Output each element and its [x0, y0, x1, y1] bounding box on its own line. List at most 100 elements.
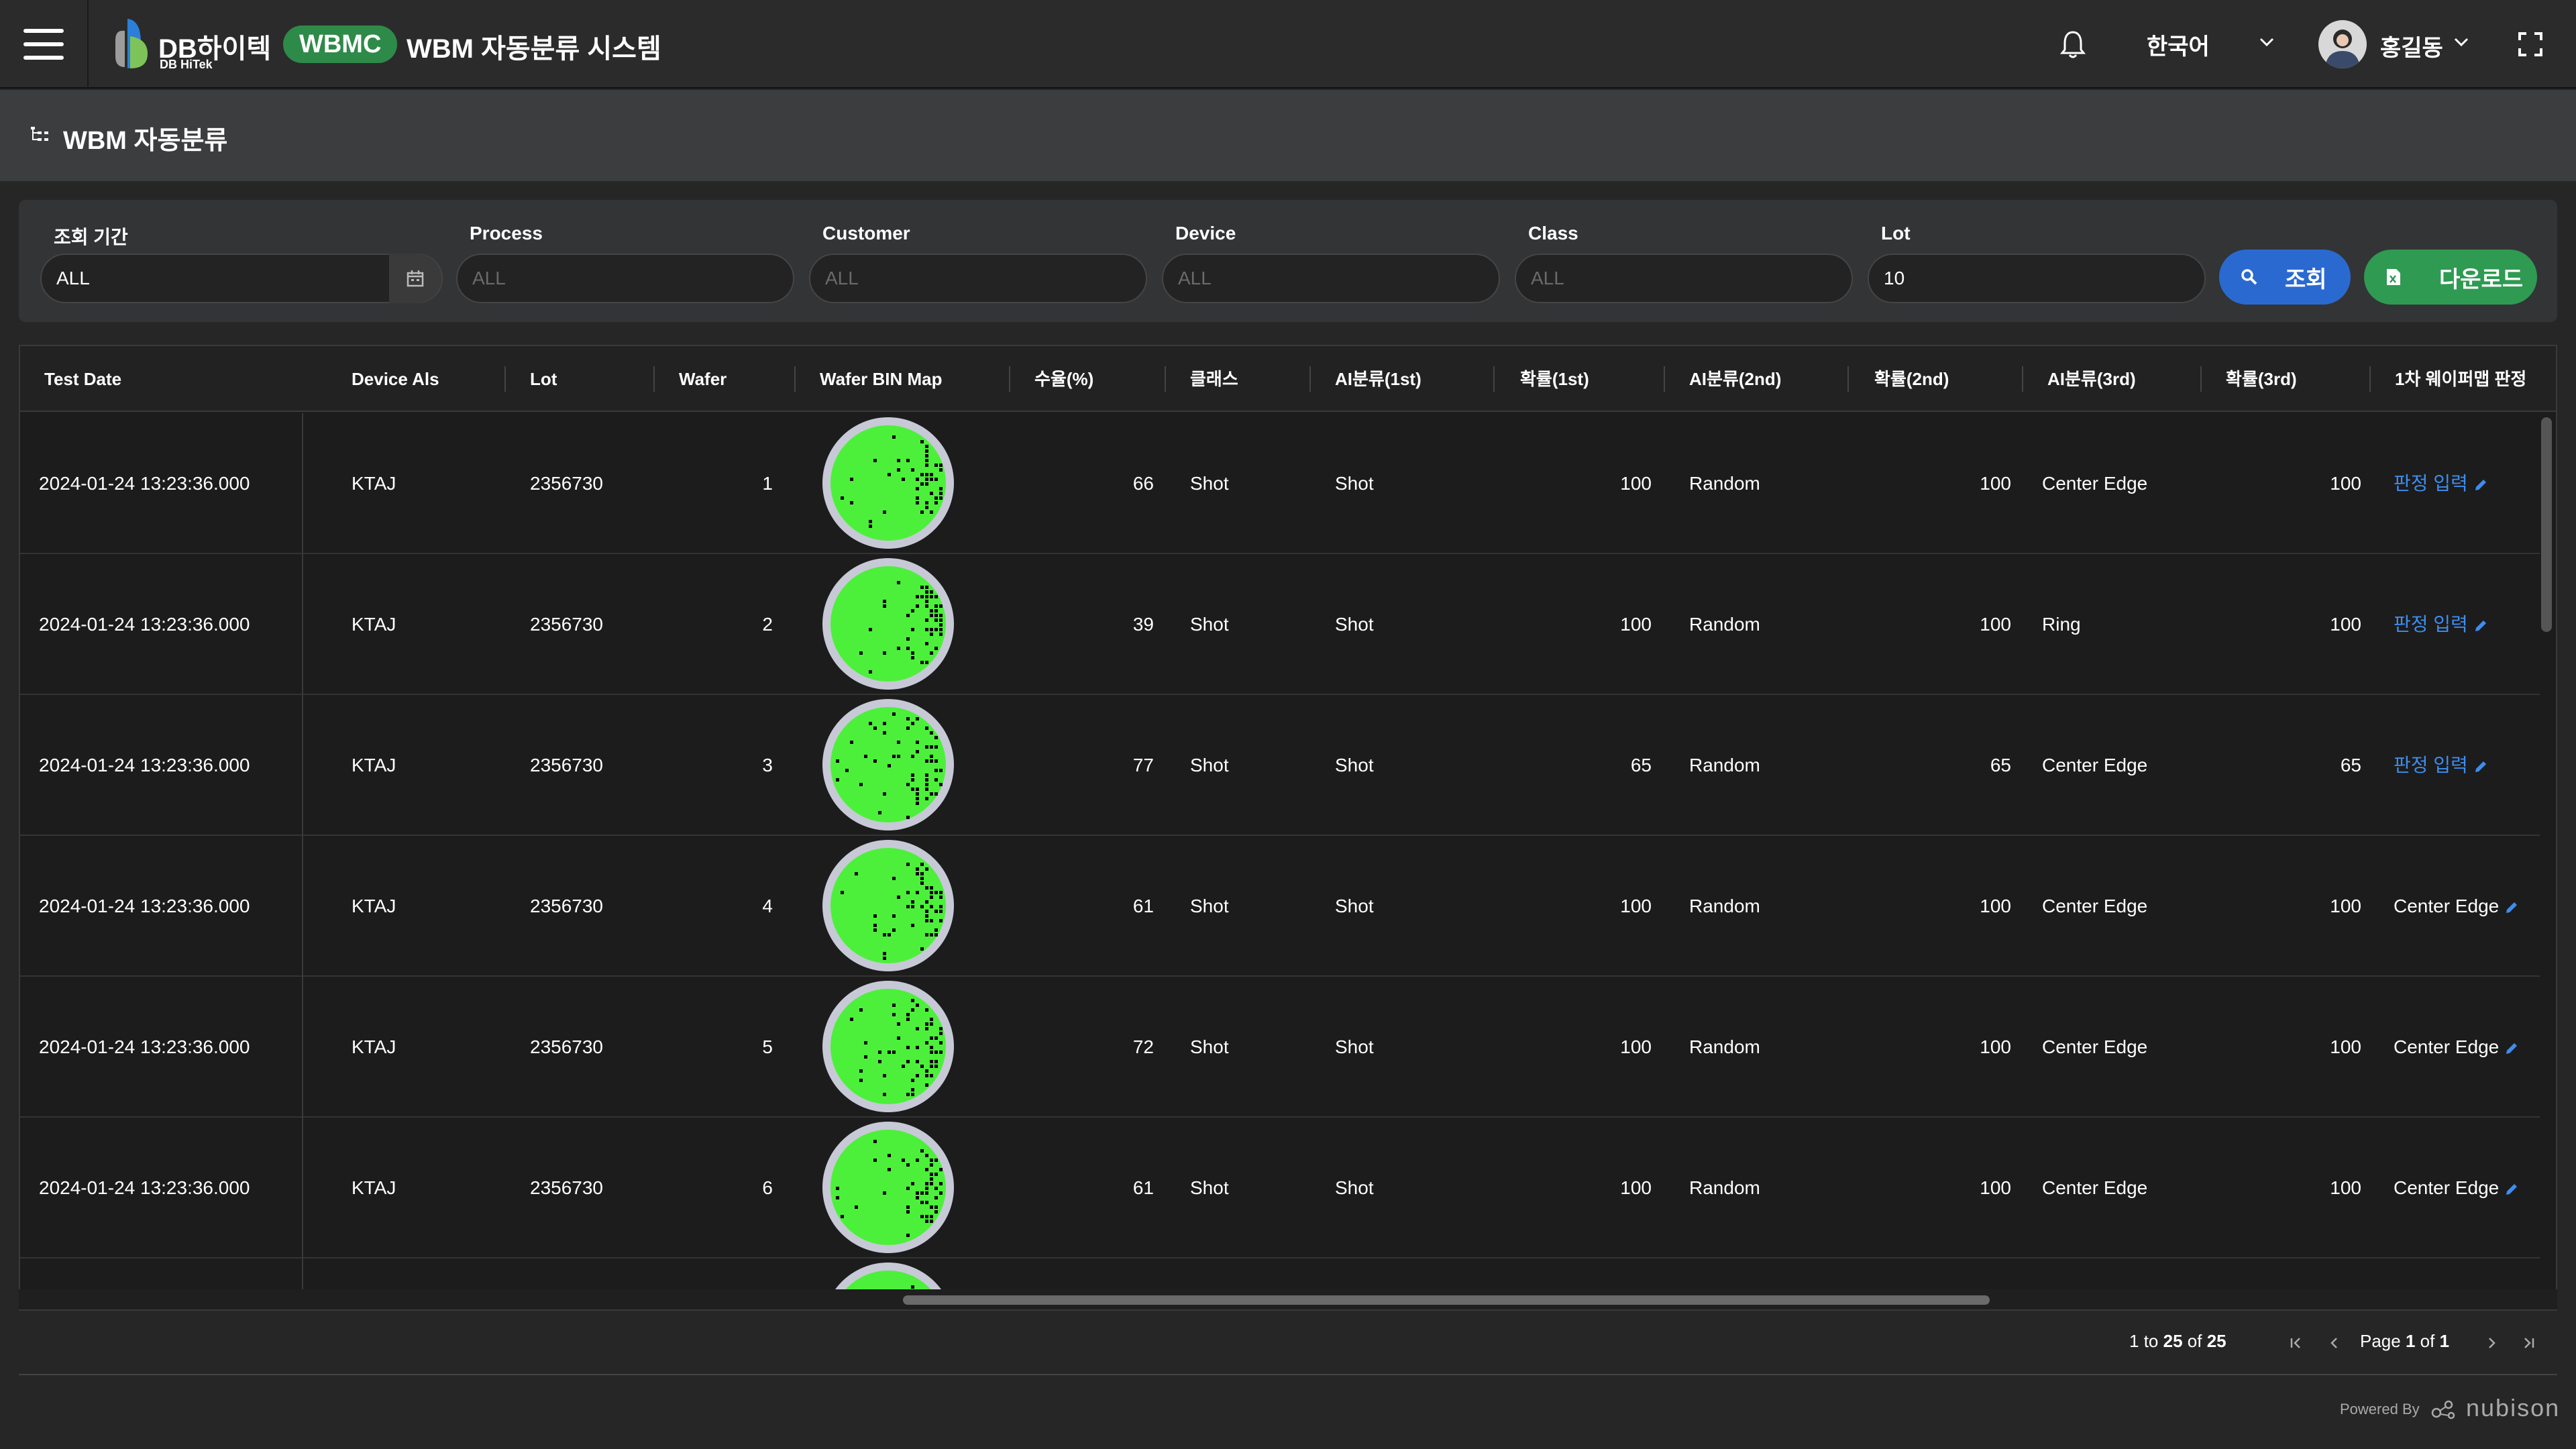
cell-ai2: Random — [1689, 473, 1760, 494]
table-row[interactable]: 2024-01-24 13:23:36.000 KTAJ 2356730 3 77 Sho… — [20, 695, 2540, 836]
cell-judge[interactable]: Center Edge — [2394, 836, 2541, 977]
col-yield[interactable]: 수율(%) — [1029, 346, 1093, 412]
cell-ai3: Center Edge — [2042, 473, 2148, 494]
col-wafer[interactable]: Wafer — [674, 346, 727, 412]
avatar[interactable] — [2318, 20, 2367, 68]
col-wafer-bin-map[interactable]: Wafer BIN Map — [814, 346, 943, 412]
col-ai-2nd[interactable]: AI분류(2nd) — [1684, 346, 1781, 412]
cell-yield: 61 — [1132, 896, 1154, 916]
device-input[interactable]: ALL — [1162, 254, 1500, 303]
device-label: Device — [1175, 223, 1236, 244]
cell-wafer: 6 — [762, 1177, 773, 1198]
judge-value[interactable]: Center Edge — [2394, 896, 2499, 916]
cell-judge[interactable]: 판정 입력 — [2394, 695, 2541, 836]
cell-wafer: 4 — [762, 896, 773, 916]
cell-device: KTAJ — [352, 473, 396, 494]
class-input[interactable]: ALL — [1515, 254, 1853, 303]
vendor-logo: nubison — [2431, 1394, 2560, 1422]
cell-date: 2024-01-24 13:23:36.000 — [39, 1177, 250, 1198]
process-input[interactable]: ALL — [456, 254, 794, 303]
col-lot[interactable]: Lot — [525, 346, 557, 412]
judge-value[interactable]: Center Edge — [2394, 1036, 2499, 1057]
col-judge[interactable]: 1차 웨이퍼맵 판정 — [2390, 346, 2526, 412]
vendor-name: nubison — [2466, 1394, 2561, 1421]
cell-ai3: Center Edge — [2042, 755, 2148, 775]
language-select[interactable]: 한국어 — [2147, 28, 2210, 61]
chevron-down-icon[interactable] — [2259, 38, 2274, 47]
horizontal-scrollbar[interactable] — [903, 1295, 1990, 1305]
cell-p2: 65 — [1990, 755, 2011, 775]
next-page-icon[interactable] — [2483, 1335, 2500, 1351]
last-page-icon[interactable] — [2521, 1335, 2537, 1351]
cell-p1: 100 — [1620, 1177, 1652, 1198]
table-row[interactable]: 2024-01-24 13:23:36.000 KTAJ 2356730 2 39 Sho… — [20, 554, 2540, 695]
cell-p2: 100 — [1980, 614, 2011, 635]
download-button[interactable]: 다운로드 — [2364, 250, 2537, 305]
edit-pencil-icon[interactable] — [2473, 759, 2488, 774]
vertical-scrollbar[interactable] — [2541, 417, 2552, 632]
first-page-icon[interactable] — [2288, 1335, 2304, 1351]
judge-value[interactable]: Center Edge — [2394, 1177, 2499, 1198]
cell-class: Shot — [1190, 755, 1229, 775]
cell-judge[interactable]: Center Edge — [2394, 977, 2541, 1118]
col-ai-1st[interactable]: AI분류(1st) — [1330, 346, 1421, 412]
col-class[interactable]: 클래스 — [1185, 346, 1238, 412]
cell-judge[interactable]: Center Edge — [2394, 1118, 2541, 1258]
edit-pencil-icon[interactable] — [2504, 900, 2519, 915]
edit-pencil-icon[interactable] — [2473, 619, 2488, 633]
search-button[interactable]: 조회 — [2219, 250, 2351, 305]
wafer-bin-map[interactable] — [821, 416, 955, 550]
wafer-bin-map[interactable] — [821, 698, 955, 832]
customer-input[interactable]: ALL — [809, 254, 1147, 303]
table-row[interactable]: 2024-01-24 13:23:36.000 KTAJ 2356730 6 61 Sho… — [20, 1118, 2540, 1258]
col-prob-1st[interactable]: 확률(1st) — [1515, 346, 1589, 412]
cell-ai3: Center Edge — [2042, 1177, 2148, 1198]
chevron-down-icon[interactable] — [2454, 38, 2469, 47]
hamburger-menu-icon[interactable] — [0, 0, 89, 89]
table-row[interactable]: 2024-01-24 13:23:36.000 KTAJ 2356730 4 61 Sho… — [20, 836, 2540, 977]
cell-ai3: Center Edge — [2042, 1036, 2148, 1057]
wafer-bin-map[interactable] — [821, 1120, 955, 1254]
col-prob-3rd[interactable]: 확률(3rd) — [2220, 346, 2297, 412]
wafer-bin-map[interactable] — [821, 979, 955, 1114]
fullscreen-icon[interactable] — [2517, 31, 2544, 58]
judge-input-link[interactable]: 판정 입력 — [2394, 614, 2468, 635]
search-icon — [2241, 269, 2257, 285]
cell-wafer: 1 — [762, 473, 773, 494]
table-row[interactable]: 2024-01-24 13:23:36.000 KTAJ 2356730 1 66 Sho… — [20, 413, 2540, 554]
page-indicator: Page 1 of 1 — [2360, 1331, 2450, 1351]
edit-pencil-icon[interactable] — [2504, 1041, 2519, 1056]
col-ai-3rd[interactable]: AI분류(3rd) — [2042, 346, 2136, 412]
wafer-bin-map[interactable] — [821, 839, 955, 973]
cell-yield: 66 — [1132, 473, 1154, 494]
bell-icon[interactable] — [2059, 30, 2086, 59]
edit-pencil-icon[interactable] — [2473, 478, 2488, 492]
page-header — [0, 90, 2576, 181]
lot-label: Lot — [1881, 223, 1911, 244]
cell-p1: 65 — [1630, 755, 1652, 775]
cell-p2: 100 — [1980, 473, 2011, 494]
cell-ai2: Random — [1689, 755, 1760, 775]
judge-input-link[interactable]: 판정 입력 — [2394, 473, 2468, 494]
cell-ai3: Ring — [2042, 614, 2081, 635]
calendar-button[interactable] — [389, 254, 441, 303]
results-table: Test Date Device Als Lot Wafer Wafer BIN… — [19, 345, 2557, 1311]
cell-device: KTAJ — [352, 1177, 396, 1198]
table-header: Test Date Device Als Lot Wafer Wafer BIN… — [20, 346, 2556, 412]
cell-judge[interactable]: 판정 입력 — [2394, 413, 2541, 554]
search-button-label: 조회 — [2285, 266, 2327, 292]
cell-judge[interactable]: 판정 입력 — [2394, 554, 2541, 695]
period-input[interactable]: ALL — [40, 254, 443, 303]
col-prob-2nd[interactable]: 확률(2nd) — [1869, 346, 1949, 412]
prev-page-icon[interactable] — [2326, 1335, 2343, 1351]
lot-input[interactable]: 10 — [1868, 254, 2206, 303]
judge-input-link[interactable]: 판정 입력 — [2394, 755, 2468, 775]
col-device-als[interactable]: Device Als — [346, 346, 439, 412]
cell-p3: 100 — [2330, 473, 2361, 494]
col-test-date[interactable]: Test Date — [39, 346, 121, 412]
user-name[interactable]: 홍길동 — [2380, 30, 2443, 62]
table-row[interactable]: 2024-01-24 13:23:36.000 KTAJ 2356730 5 72 Sho… — [20, 977, 2540, 1118]
edit-pencil-icon[interactable] — [2504, 1182, 2519, 1197]
wafer-bin-map[interactable] — [821, 557, 955, 691]
excel-file-icon — [2387, 269, 2400, 285]
